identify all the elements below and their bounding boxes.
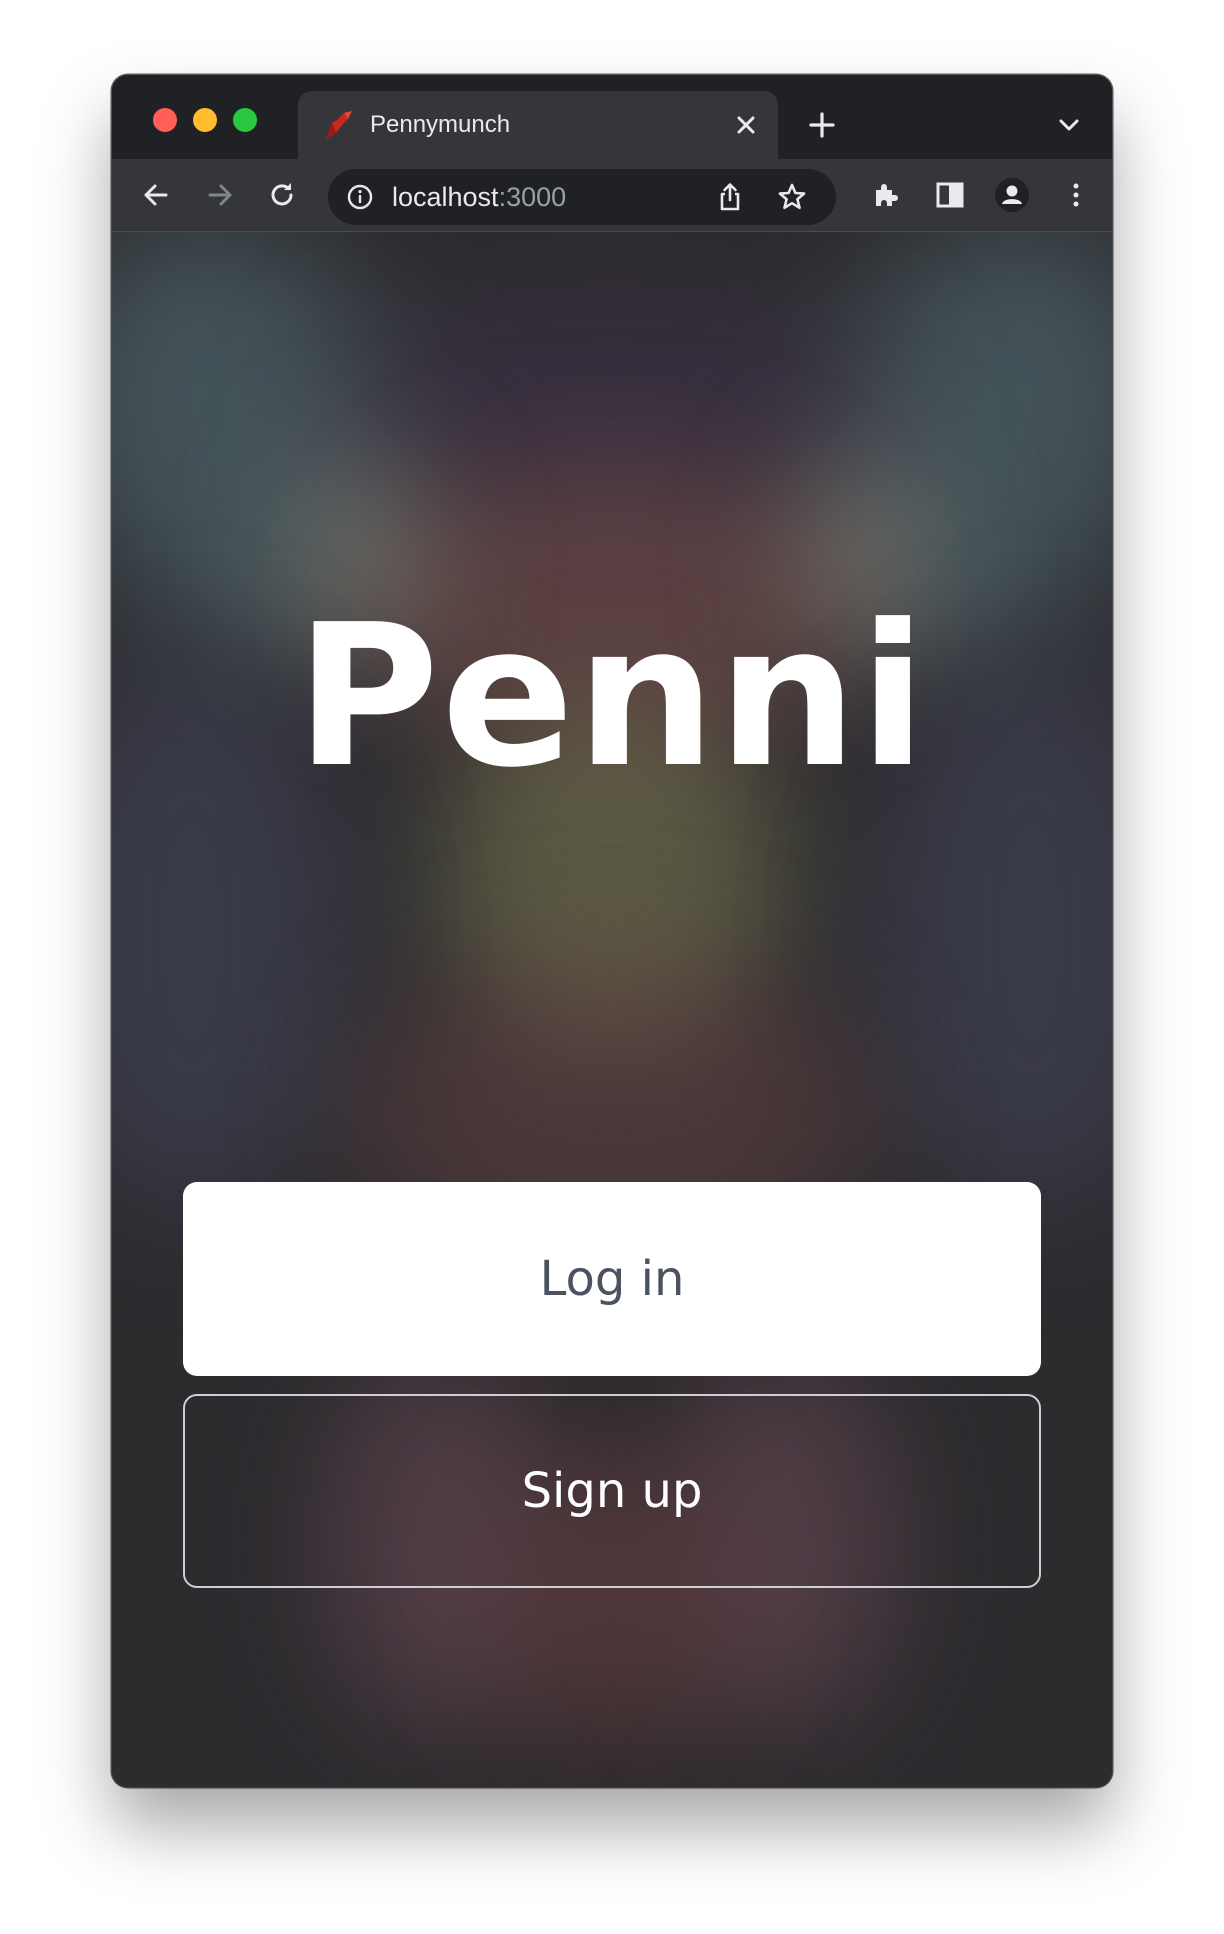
login-button[interactable]: Log in [183, 1182, 1041, 1376]
forward-icon[interactable] [202, 177, 238, 213]
back-icon[interactable] [138, 177, 174, 213]
address-bar[interactable]: localhost:3000 [328, 169, 836, 225]
share-icon[interactable] [714, 181, 746, 213]
browser-window: Pennymunch localhost:3000 Penni Log in S… [112, 75, 1112, 1787]
zoom-window-button[interactable] [233, 108, 257, 132]
browser-toolbar: localhost:3000 [112, 159, 1112, 232]
tab-strip: Pennymunch [112, 75, 1112, 159]
minimize-window-button[interactable] [193, 108, 217, 132]
profile-avatar-icon[interactable] [994, 177, 1030, 213]
side-panel-icon[interactable] [932, 177, 968, 213]
more-menu-icon[interactable] [1058, 177, 1094, 213]
signup-button[interactable]: Sign up [183, 1394, 1041, 1588]
site-info-icon[interactable] [346, 183, 374, 211]
url-text: localhost:3000 [392, 182, 566, 212]
url-port: :3000 [498, 182, 567, 212]
reload-icon[interactable] [264, 177, 300, 213]
url-host: localhost [392, 182, 499, 212]
bookmark-star-icon[interactable] [776, 181, 808, 213]
brand-title: Penni [295, 583, 929, 811]
extensions-puzzle-icon[interactable] [868, 177, 904, 213]
tab-title: Pennymunch [370, 111, 511, 138]
chevron-down-icon[interactable] [1054, 110, 1084, 140]
close-tab-icon[interactable] [730, 109, 762, 141]
page-viewport: Penni Log in Sign up [112, 232, 1112, 1787]
ruby-gem-icon [326, 111, 352, 139]
tab-pennymunch[interactable]: Pennymunch [298, 91, 778, 159]
new-tab-icon[interactable] [806, 109, 838, 141]
close-window-button[interactable] [153, 108, 177, 132]
